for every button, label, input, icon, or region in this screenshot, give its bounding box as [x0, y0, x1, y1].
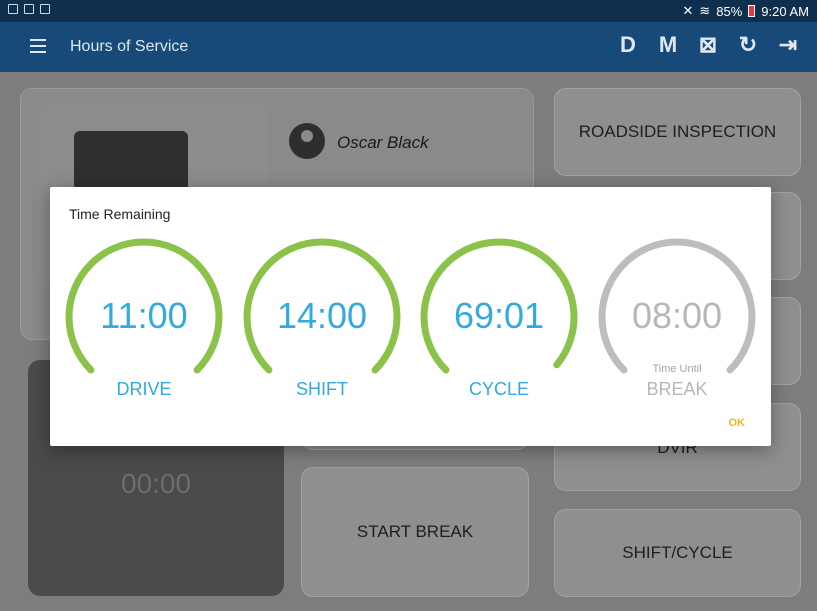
status-right: ✕ ≋ 85% 9:20 AM: [682, 3, 809, 19]
app-bar: Hours of Service D M ⊠ ↻ ⇥: [0, 22, 817, 72]
driver-name: Oscar Black: [337, 133, 429, 152]
notification-icon: [40, 4, 50, 14]
battery-percent: 85%: [716, 3, 743, 19]
time-remaining-dialog: Time Remaining 11:00 DRIVE 14:00 SHIFT 6…: [50, 187, 771, 446]
drive-gauge: 11:00 DRIVE: [63, 233, 225, 403]
toolbar-actions: D M ⊠ ↻ ⇥: [617, 32, 799, 58]
timer-display: 00:00: [120, 468, 192, 499]
shift-time: 14:00: [276, 295, 368, 336]
break-sublabel: Time Until: [652, 363, 702, 375]
battery-icon: [748, 5, 756, 17]
wifi-icon: ≋: [699, 3, 711, 18]
dialog-title: Time Remaining: [69, 206, 171, 222]
roadside-inspection-button[interactable]: ROADSIDE INSPECTION: [554, 88, 801, 176]
status-bar: ✕ ≋ 85% 9:20 AM: [0, 0, 817, 22]
logout-icon[interactable]: ⇥: [777, 32, 799, 58]
notification-icons: [8, 4, 50, 14]
truck-icon: [74, 131, 188, 191]
break-time: 08:00: [631, 295, 723, 336]
break-label: BREAK: [646, 379, 708, 399]
clock: 9:20 AM: [761, 3, 809, 19]
ok-button[interactable]: OK: [729, 417, 746, 429]
cycle-label: CYCLE: [468, 379, 530, 399]
menu-mode-button[interactable]: M: [657, 32, 679, 58]
drive-time: 11:00: [100, 295, 188, 336]
start-break-button[interactable]: START BREAK: [301, 467, 529, 597]
notification-icon: [24, 4, 34, 14]
page-title: Hours of Service: [70, 38, 189, 55]
mute-icon: ✕: [682, 3, 694, 18]
notification-icon: [8, 4, 18, 14]
cycle-time: 69:01: [453, 295, 545, 336]
shift-label: SHIFT: [296, 379, 348, 399]
shift-cycle-button[interactable]: SHIFT/CYCLE: [554, 509, 801, 597]
refresh-icon[interactable]: ↻: [737, 32, 759, 58]
avatar: [289, 123, 325, 159]
network-icon[interactable]: ⊠: [697, 32, 719, 58]
shift-gauge: 14:00 SHIFT: [241, 233, 403, 403]
menu-icon[interactable]: [30, 39, 46, 53]
driver-mode-button[interactable]: D: [617, 32, 639, 58]
break-gauge: 08:00 Time Until BREAK: [596, 233, 758, 403]
cycle-gauge: 69:01 CYCLE: [418, 233, 580, 403]
drive-label: DRIVE: [116, 379, 172, 399]
